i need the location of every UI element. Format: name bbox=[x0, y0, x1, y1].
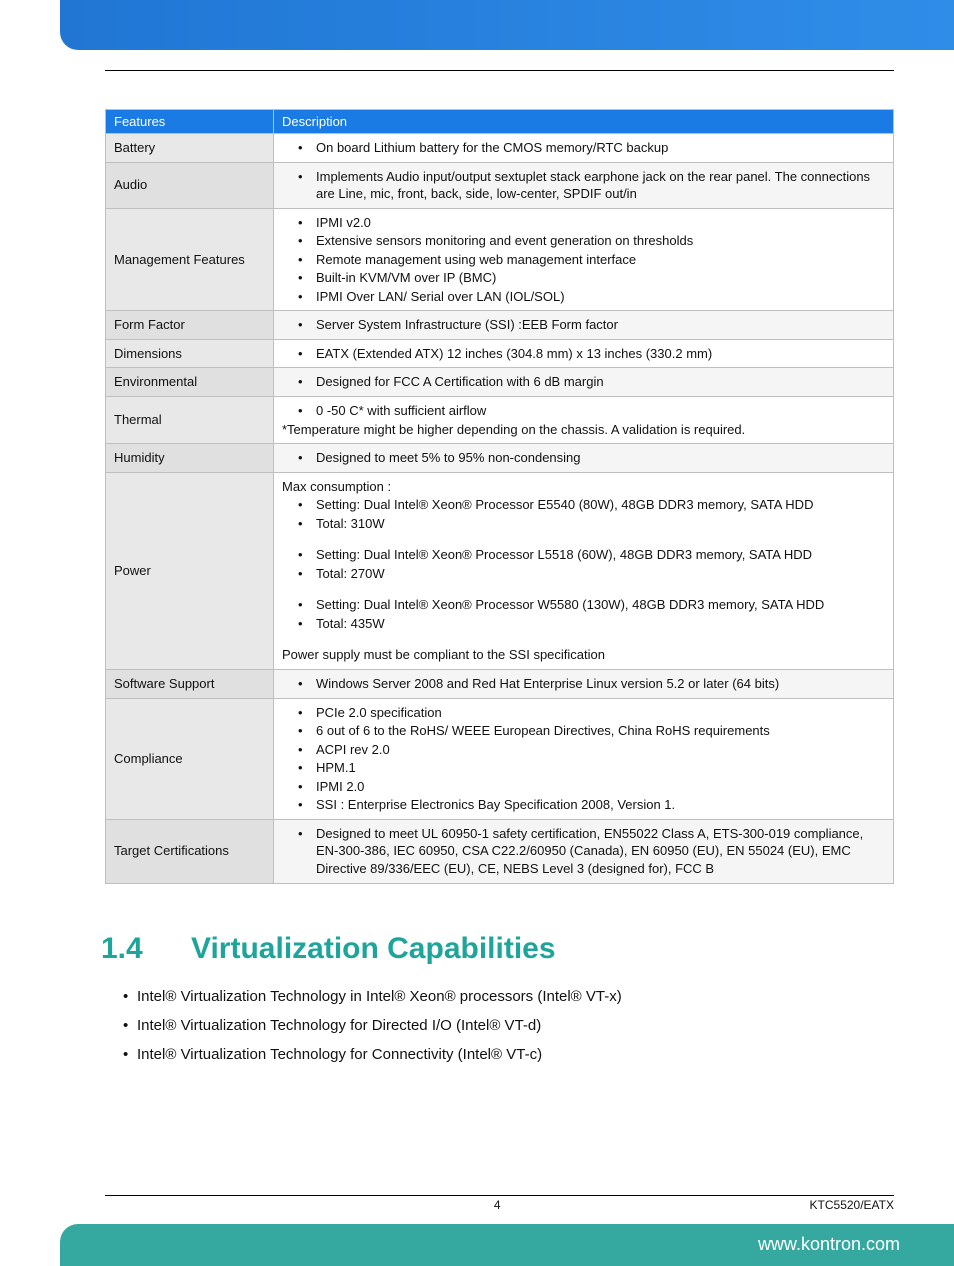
th-description: Description bbox=[274, 110, 894, 134]
top-rule bbox=[105, 70, 894, 71]
blank-spacer bbox=[282, 633, 885, 645]
feature-cell: Management Features bbox=[106, 208, 274, 311]
table-row: Thermal0 -50 C* with sufficient airflow*… bbox=[106, 397, 894, 444]
list-item: Setting: Dual Intel® Xeon® Processor E55… bbox=[282, 496, 885, 514]
feature-cell: Battery bbox=[106, 134, 274, 163]
table-row: Target CertificationsDesigned to meet UL… bbox=[106, 819, 894, 883]
list-item: 6 out of 6 to the RoHS/ WEEE European Di… bbox=[282, 722, 885, 740]
list-item: Windows Server 2008 and Red Hat Enterpri… bbox=[282, 675, 885, 693]
table-row: Environmental Designed for FCC A Certific… bbox=[106, 368, 894, 397]
list-item: Server System Infrastructure (SSI) :EEB … bbox=[282, 316, 885, 334]
body-list-item: Intel® Virtualization Technology for Con… bbox=[123, 1046, 894, 1063]
description-cell: IPMI v2.0Extensive sensors monitoring an… bbox=[274, 208, 894, 311]
feature-cell: Dimensions bbox=[106, 339, 274, 368]
list-item: IPMI Over LAN/ Serial over LAN (IOL/SOL) bbox=[282, 288, 885, 306]
list-item: SSI : Enterprise Electronics Bay Specifi… bbox=[282, 796, 885, 814]
description-cell: Designed for FCC A Certification with 6 … bbox=[274, 368, 894, 397]
table-row: Battery On board Lithium battery for the … bbox=[106, 134, 894, 163]
blank-spacer bbox=[282, 533, 885, 545]
list-item: HPM.1 bbox=[282, 759, 885, 777]
section-title: Virtualization Capabilities bbox=[191, 932, 556, 965]
list-item: Setting: Dual Intel® Xeon® Processor L55… bbox=[282, 546, 885, 564]
list-item: Built-in KVM/VM over IP (BMC) bbox=[282, 269, 885, 287]
section-heading: 1.4Virtualization Capabilities bbox=[101, 932, 894, 966]
body-list-item: Intel® Virtualization Technology for Dir… bbox=[123, 1017, 894, 1034]
footer-url: www.kontron.com bbox=[758, 1234, 900, 1255]
description-cell: Implements Audio input/output sextuplet … bbox=[274, 162, 894, 208]
list-item: Total: 270W bbox=[282, 565, 885, 583]
table-row: Management FeaturesIPMI v2.0Extensive se… bbox=[106, 208, 894, 311]
list-item: PCIe 2.0 specification bbox=[282, 704, 885, 722]
feature-cell: Power bbox=[106, 472, 274, 669]
description-cell: Max consumption :Setting: Dual Intel® Xe… bbox=[274, 472, 894, 669]
feature-cell: Target Certifications bbox=[106, 819, 274, 883]
list-item: 0 -50 C* with sufficient airflow bbox=[282, 402, 885, 420]
feature-cell: Audio bbox=[106, 162, 274, 208]
table-row: AudioImplements Audio input/output sextu… bbox=[106, 162, 894, 208]
section-bullet-list: Intel® Virtualization Technology in Inte… bbox=[123, 988, 894, 1063]
table-row: Dimensions EATX (Extended ATX) 12 inches … bbox=[106, 339, 894, 368]
list-item: ACPI rev 2.0 bbox=[282, 741, 885, 759]
feature-cell: Compliance bbox=[106, 698, 274, 819]
feature-cell: Form Factor bbox=[106, 311, 274, 340]
section-number: 1.4 bbox=[101, 932, 191, 966]
table-row: Humidity Designed to meet 5% to 95% non-c… bbox=[106, 444, 894, 473]
description-cell: Windows Server 2008 and Red Hat Enterpri… bbox=[274, 670, 894, 699]
description-cell: On board Lithium battery for the CMOS me… bbox=[274, 134, 894, 163]
table-row: Software Support Windows Server 2008 and … bbox=[106, 670, 894, 699]
description-cell: Server System Infrastructure (SSI) :EEB … bbox=[274, 311, 894, 340]
feature-cell: Environmental bbox=[106, 368, 274, 397]
feature-cell: Humidity bbox=[106, 444, 274, 473]
table-row: CompliancePCIe 2.0 specification6 out of… bbox=[106, 698, 894, 819]
doc-id: KTC5520/EATX bbox=[810, 1198, 894, 1212]
blank-spacer bbox=[282, 583, 885, 595]
table-row: Form Factor Server System Infrastructure … bbox=[106, 311, 894, 340]
table-row: PowerMax consumption :Setting: Dual Inte… bbox=[106, 472, 894, 669]
description-cell: PCIe 2.0 specification6 out of 6 to the … bbox=[274, 698, 894, 819]
list-item: Total: 435W bbox=[282, 615, 885, 633]
description-cell: EATX (Extended ATX) 12 inches (304.8 mm)… bbox=[274, 339, 894, 368]
list-item: Setting: Dual Intel® Xeon® Processor W55… bbox=[282, 596, 885, 614]
list-item: Designed to meet 5% to 95% non-condensin… bbox=[282, 449, 885, 467]
list-item: EATX (Extended ATX) 12 inches (304.8 mm)… bbox=[282, 345, 885, 363]
th-features: Features bbox=[106, 110, 274, 134]
feature-cell: Software Support bbox=[106, 670, 274, 699]
page-number: 4 bbox=[185, 1198, 810, 1212]
plain-text: Power supply must be compliant to the SS… bbox=[282, 646, 885, 664]
body-list-item: Intel® Virtualization Technology in Inte… bbox=[123, 988, 894, 1005]
bottom-banner: www.kontron.com bbox=[60, 1224, 954, 1266]
page-content: Features Description Battery On board Lit… bbox=[0, 50, 954, 1085]
list-item: Designed for FCC A Certification with 6 … bbox=[282, 373, 885, 391]
list-item: Extensive sensors monitoring and event g… bbox=[282, 232, 885, 250]
feature-cell: Thermal bbox=[106, 397, 274, 444]
description-cell: Designed to meet 5% to 95% non-condensin… bbox=[274, 444, 894, 473]
plain-text: Max consumption : bbox=[282, 478, 885, 496]
plain-text: *Temperature might be higher depending o… bbox=[282, 421, 885, 439]
list-item: Remote management using web management i… bbox=[282, 251, 885, 269]
list-item: Total: 310W bbox=[282, 515, 885, 533]
list-item: Implements Audio input/output sextuplet … bbox=[282, 168, 885, 203]
features-table: Features Description Battery On board Lit… bbox=[105, 109, 894, 884]
description-cell: 0 -50 C* with sufficient airflow*Tempera… bbox=[274, 397, 894, 444]
description-cell: Designed to meet UL 60950-1 safety certi… bbox=[274, 819, 894, 883]
list-item: IPMI v2.0 bbox=[282, 214, 885, 232]
list-item: Designed to meet UL 60950-1 safety certi… bbox=[282, 825, 885, 878]
top-banner bbox=[60, 0, 954, 50]
list-item: IPMI 2.0 bbox=[282, 778, 885, 796]
list-item: On board Lithium battery for the CMOS me… bbox=[282, 139, 885, 157]
footer: 4 KTC5520/EATX www.kontron.com bbox=[0, 1195, 954, 1266]
